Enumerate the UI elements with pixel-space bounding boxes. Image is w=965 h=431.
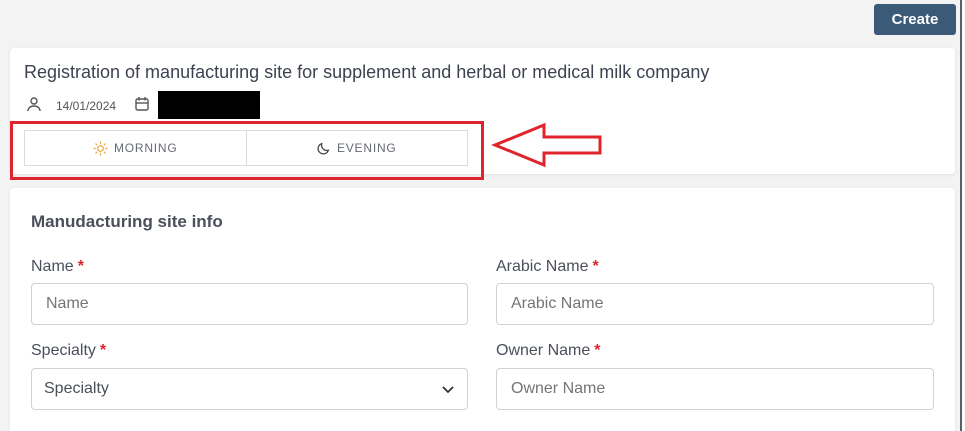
form-card: Manudacturing site info Name* Arabic Nam…: [10, 188, 955, 431]
name-input[interactable]: [31, 283, 468, 325]
arabic-name-label: Arabic Name *: [496, 258, 599, 275]
specialty-label: Specialty *: [31, 342, 107, 359]
name-label: Name *: [31, 258, 84, 275]
scrollbar[interactable]: [960, 0, 965, 431]
page-title: Registration of manufacturing site for s…: [24, 62, 710, 82]
redacted-block: [158, 91, 260, 119]
annotation-highlight-box: [10, 121, 484, 180]
section-title: Manudacturing site info: [31, 212, 223, 231]
arabic-name-input[interactable]: [496, 283, 934, 325]
annotation-arrow: [491, 122, 602, 168]
owner-name-input[interactable]: [496, 368, 934, 410]
calendar-icon: [134, 96, 150, 117]
create-button[interactable]: Create: [874, 4, 956, 35]
user-icon: [26, 96, 42, 117]
specialty-value: Specialty: [44, 380, 109, 397]
date-text: 14/01/2024: [56, 99, 117, 113]
specialty-select[interactable]: Specialty: [31, 368, 468, 410]
meta-row: 14/01/2024: [24, 91, 324, 119]
owner-name-label: Owner Name *: [496, 342, 601, 359]
chevron-down-icon: [442, 386, 454, 394]
